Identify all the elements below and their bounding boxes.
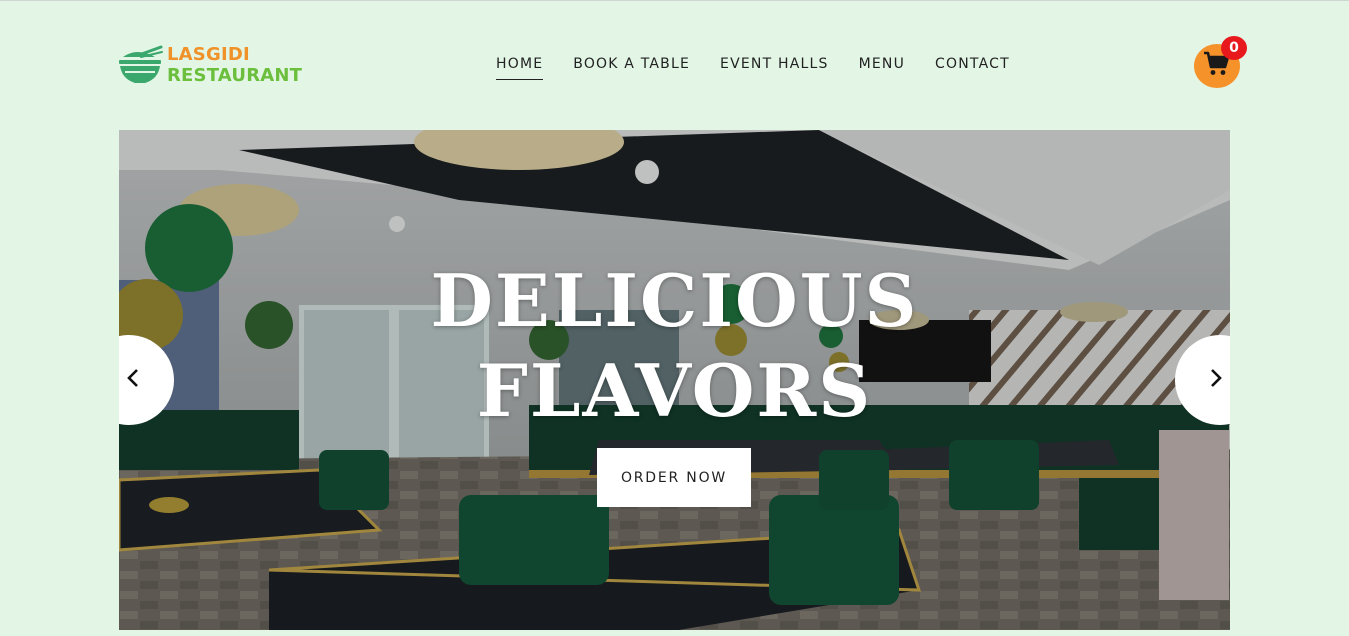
nav-contact[interactable]: CONTACT [935,56,1010,78]
nav-menu[interactable]: MENU [859,56,905,78]
top-border [0,0,1349,1]
brand-line1: LASGIDI [167,44,250,65]
rice-bowl-icon [117,43,163,87]
slider-next-button[interactable] [1175,335,1230,425]
slider-prev-button[interactable] [119,335,174,425]
main-nav: HOME BOOK A TABLE EVENT HALLS MENU CONTA… [496,56,1040,80]
nav-event-halls[interactable]: EVENT HALLS [720,56,829,78]
hero-title-line2: FLAVORS [476,348,873,433]
order-now-button[interactable]: ORDER NOW [597,448,751,507]
chevron-right-icon [1209,368,1223,392]
cart-count-badge: 0 [1221,36,1247,60]
brand-line2: RESTAURANT [167,65,303,86]
brand-logo[interactable]: LASGIDI RESTAURANT [117,42,307,88]
hero-title-line1: DELICIOUS [430,258,919,343]
nav-home[interactable]: HOME [496,56,544,80]
nav-book-a-table[interactable]: BOOK A TABLE [573,56,690,78]
chevron-left-icon [126,368,140,392]
hero-slider: DELICIOUS FLAVORS ORDER NOW [119,130,1230,630]
hero-title: DELICIOUS FLAVORS [119,256,1230,436]
